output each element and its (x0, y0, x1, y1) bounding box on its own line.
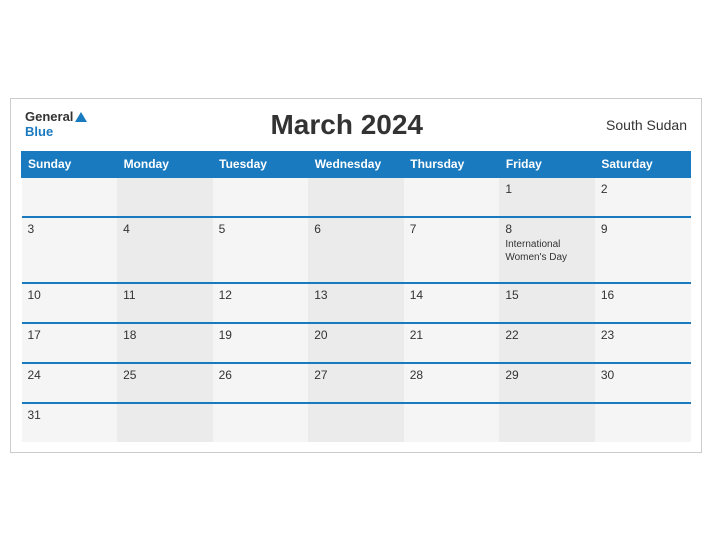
weekday-header-sunday: Sunday (22, 151, 118, 177)
calendar-cell: 7 (404, 217, 500, 283)
region-label: South Sudan (606, 117, 687, 133)
calendar-cell (308, 177, 404, 217)
calendar-cell: 30 (595, 363, 691, 403)
calendar-cell (404, 403, 500, 442)
day-number: 27 (314, 368, 398, 382)
day-number: 24 (28, 368, 112, 382)
calendar-cell: 8 International Women's Day (499, 217, 595, 283)
day-number: 16 (601, 288, 685, 302)
calendar-cell (595, 403, 691, 442)
day-number: 10 (28, 288, 112, 302)
calendar-cell (308, 403, 404, 442)
calendar-cell: 13 (308, 283, 404, 323)
calendar-cell (213, 403, 309, 442)
calendar-cell (404, 177, 500, 217)
weekday-header-monday: Monday (117, 151, 213, 177)
calendar-cell: 26 (213, 363, 309, 403)
day-number: 31 (28, 408, 112, 422)
day-number: 28 (410, 368, 494, 382)
calendar-cell: 12 (213, 283, 309, 323)
calendar-container: General Blue March 2024 South Sudan Sund… (10, 98, 702, 453)
calendar-cell: 21 (404, 323, 500, 363)
day-number: 7 (410, 222, 494, 236)
event-label: International Women's Day (505, 238, 589, 264)
day-number: 18 (123, 328, 207, 342)
weekday-header-tuesday: Tuesday (213, 151, 309, 177)
day-number: 6 (314, 222, 398, 236)
day-number: 20 (314, 328, 398, 342)
day-number: 17 (28, 328, 112, 342)
day-number: 21 (410, 328, 494, 342)
calendar-cell: 16 (595, 283, 691, 323)
week-row-4: 17 18 19 20 21 22 23 (22, 323, 691, 363)
day-number: 5 (219, 222, 303, 236)
day-number: 25 (123, 368, 207, 382)
logo-blue-text: Blue (25, 125, 87, 139)
calendar-cell (499, 403, 595, 442)
day-number: 9 (601, 222, 685, 236)
day-number: 11 (123, 288, 207, 302)
calendar-cell (117, 177, 213, 217)
week-row-3: 10 11 12 13 14 15 16 (22, 283, 691, 323)
day-number: 19 (219, 328, 303, 342)
day-number: 3 (28, 222, 112, 236)
calendar-cell: 27 (308, 363, 404, 403)
calendar-cell: 25 (117, 363, 213, 403)
day-number: 30 (601, 368, 685, 382)
day-number: 29 (505, 368, 589, 382)
calendar-cell: 4 (117, 217, 213, 283)
day-number: 1 (505, 182, 589, 196)
weekday-header-saturday: Saturday (595, 151, 691, 177)
day-number: 14 (410, 288, 494, 302)
calendar-cell (117, 403, 213, 442)
day-number: 4 (123, 222, 207, 236)
day-number: 12 (219, 288, 303, 302)
calendar-cell: 10 (22, 283, 118, 323)
calendar-cell: 2 (595, 177, 691, 217)
logo: General Blue (25, 110, 87, 139)
day-number: 13 (314, 288, 398, 302)
calendar-cell: 11 (117, 283, 213, 323)
calendar-cell: 17 (22, 323, 118, 363)
week-row-5: 24 25 26 27 28 29 30 (22, 363, 691, 403)
calendar-cell: 14 (404, 283, 500, 323)
calendar-cell: 6 (308, 217, 404, 283)
calendar-title: March 2024 (87, 109, 606, 141)
calendar-cell: 3 (22, 217, 118, 283)
calendar-cell: 15 (499, 283, 595, 323)
calendar-cell: 23 (595, 323, 691, 363)
calendar-cell: 1 (499, 177, 595, 217)
day-number: 8 (505, 222, 589, 236)
calendar-cell (213, 177, 309, 217)
logo-triangle-icon (75, 112, 87, 122)
calendar-cell: 28 (404, 363, 500, 403)
calendar-cell: 5 (213, 217, 309, 283)
day-number: 2 (601, 182, 685, 196)
calendar-header: General Blue March 2024 South Sudan (21, 109, 691, 141)
day-number: 15 (505, 288, 589, 302)
week-row-1: 12 (22, 177, 691, 217)
weekday-header-row: SundayMondayTuesdayWednesdayThursdayFrid… (22, 151, 691, 177)
calendar-table: SundayMondayTuesdayWednesdayThursdayFrid… (21, 151, 691, 442)
calendar-cell: 31 (22, 403, 118, 442)
weekday-header-friday: Friday (499, 151, 595, 177)
weekday-header-wednesday: Wednesday (308, 151, 404, 177)
calendar-cell (22, 177, 118, 217)
calendar-cell: 24 (22, 363, 118, 403)
calendar-cell: 19 (213, 323, 309, 363)
day-number: 23 (601, 328, 685, 342)
calendar-cell: 22 (499, 323, 595, 363)
day-number: 26 (219, 368, 303, 382)
week-row-6: 31 (22, 403, 691, 442)
week-row-2: 345678 International Women's Day 9 (22, 217, 691, 283)
calendar-cell: 18 (117, 323, 213, 363)
logo-general-text: General (25, 110, 73, 124)
calendar-cell: 29 (499, 363, 595, 403)
calendar-cell: 20 (308, 323, 404, 363)
day-number: 22 (505, 328, 589, 342)
weekday-header-thursday: Thursday (404, 151, 500, 177)
calendar-cell: 9 (595, 217, 691, 283)
